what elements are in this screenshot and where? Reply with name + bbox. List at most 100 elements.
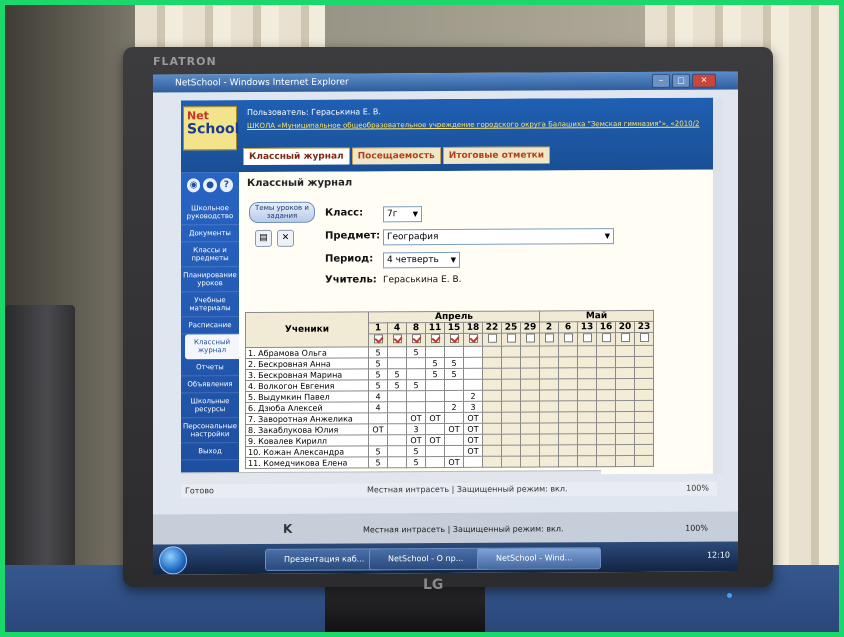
- grade-cell[interactable]: [387, 423, 407, 435]
- grade-cell[interactable]: [558, 345, 578, 357]
- sidebar-item-settings[interactable]: Персональные настройки: [181, 418, 239, 444]
- grade-cell[interactable]: [596, 422, 616, 434]
- grade-cell[interactable]: [425, 445, 445, 457]
- grade-cell[interactable]: [425, 401, 445, 413]
- grade-cell[interactable]: [558, 356, 578, 368]
- grade-cell[interactable]: [539, 433, 559, 446]
- grade-cell[interactable]: [520, 368, 540, 380]
- print-icon[interactable]: ▤: [255, 229, 272, 247]
- grade-cell[interactable]: [444, 390, 464, 402]
- grade-cell[interactable]: [577, 356, 597, 368]
- class-select[interactable]: 7г ▼: [383, 206, 422, 223]
- grade-cell[interactable]: [634, 411, 654, 423]
- grade-cell[interactable]: [596, 356, 616, 368]
- lesson-checkbox[interactable]: [544, 333, 554, 343]
- lesson-checkbox[interactable]: [487, 333, 497, 343]
- grade-cell[interactable]: [577, 422, 597, 434]
- grade-cell[interactable]: 5: [368, 368, 388, 380]
- grade-cell[interactable]: [463, 346, 483, 358]
- grade-cell[interactable]: 5: [406, 379, 426, 391]
- grade-cell[interactable]: [368, 412, 388, 424]
- grade-cell[interactable]: ОТ: [368, 423, 388, 435]
- grade-cell[interactable]: [482, 401, 502, 413]
- lesson-checkbox[interactable]: [411, 334, 421, 344]
- grade-cell[interactable]: [539, 444, 559, 457]
- grade-cell[interactable]: [558, 389, 578, 401]
- sidebar-item-announcements[interactable]: Объявления: [181, 376, 239, 394]
- grade-cell[interactable]: ОТ: [463, 434, 483, 446]
- grade-cell[interactable]: [425, 390, 445, 402]
- tab-final-grades[interactable]: Итоговые отметки: [442, 146, 551, 165]
- lesson-checkbox[interactable]: [639, 332, 649, 342]
- grade-cell[interactable]: [387, 412, 407, 424]
- grade-cell[interactable]: [501, 423, 521, 435]
- grade-cell[interactable]: [634, 378, 654, 390]
- sidebar-item-documents[interactable]: Документы: [181, 225, 239, 243]
- grade-cell[interactable]: [615, 378, 635, 390]
- grade-cell[interactable]: [463, 456, 483, 468]
- grade-cell[interactable]: [406, 368, 426, 380]
- grade-cell[interactable]: [615, 444, 635, 456]
- grade-cell[interactable]: [501, 390, 521, 402]
- grade-cell[interactable]: [596, 444, 616, 456]
- close-icon[interactable]: ✕: [692, 73, 716, 88]
- grade-cell[interactable]: [520, 445, 540, 457]
- grade-cell[interactable]: [558, 378, 578, 390]
- grade-cell[interactable]: [368, 434, 388, 446]
- grade-cell[interactable]: [634, 444, 654, 456]
- grade-cell[interactable]: ОТ: [444, 423, 464, 435]
- grade-cell[interactable]: [387, 445, 407, 457]
- grade-cell[interactable]: [520, 357, 540, 369]
- grade-cell[interactable]: [387, 434, 407, 446]
- grade-cell[interactable]: 2: [463, 390, 483, 402]
- grade-cell[interactable]: [615, 389, 635, 401]
- grade-cell[interactable]: [501, 401, 521, 413]
- grade-cell[interactable]: [387, 401, 407, 413]
- grade-cell[interactable]: [406, 401, 426, 413]
- grade-cell[interactable]: [501, 346, 521, 358]
- grade-cell[interactable]: [482, 423, 502, 435]
- grade-cell[interactable]: [539, 400, 559, 413]
- grade-cell[interactable]: ОТ: [425, 412, 445, 424]
- grade-cell[interactable]: 5: [368, 346, 388, 358]
- grade-cell[interactable]: [520, 434, 540, 446]
- grade-cell[interactable]: [539, 455, 559, 468]
- grade-cell[interactable]: [501, 445, 521, 457]
- grade-cell[interactable]: [482, 456, 502, 468]
- grade-cell[interactable]: 5: [444, 357, 464, 369]
- sidebar-item-journal[interactable]: Классный журнал: [185, 334, 239, 360]
- maximize-icon[interactable]: □: [672, 73, 690, 88]
- grade-cell[interactable]: [539, 422, 559, 435]
- grade-cell[interactable]: [596, 378, 616, 390]
- grade-cell[interactable]: [501, 368, 521, 380]
- sidebar-item-planning[interactable]: Планирование уроков: [181, 267, 239, 293]
- grade-cell[interactable]: ОТ: [463, 445, 483, 457]
- zoom-level-2[interactable]: 100%: [685, 524, 708, 533]
- grade-cell[interactable]: [444, 445, 464, 457]
- grade-cell[interactable]: [501, 357, 521, 369]
- start-button[interactable]: [159, 546, 187, 575]
- grade-cell[interactable]: [577, 433, 597, 445]
- task-presentation[interactable]: Презентация каб...: [265, 548, 381, 571]
- grade-cell[interactable]: [482, 368, 502, 380]
- sidebar-item-reports[interactable]: Отчеты: [181, 359, 239, 377]
- lesson-checkbox[interactable]: [392, 334, 402, 344]
- grade-cell[interactable]: [577, 411, 597, 423]
- grade-cell[interactable]: ОТ: [463, 412, 483, 424]
- grade-cell[interactable]: [634, 389, 654, 401]
- grade-cell[interactable]: 5: [406, 346, 426, 358]
- grade-cell[interactable]: [501, 412, 521, 424]
- grade-cell[interactable]: [501, 379, 521, 391]
- grade-cell[interactable]: [577, 345, 597, 357]
- grade-cell[interactable]: [539, 389, 559, 402]
- grade-cell[interactable]: [615, 411, 635, 423]
- grade-cell[interactable]: [615, 367, 635, 379]
- horizontal-scrollbar[interactable]: [181, 470, 601, 484]
- grade-cell[interactable]: [634, 422, 654, 434]
- excel-icon[interactable]: ✕: [277, 229, 294, 247]
- grade-cell[interactable]: [520, 456, 540, 468]
- lesson-checkbox[interactable]: [563, 333, 573, 343]
- lesson-checkbox[interactable]: [601, 333, 611, 343]
- users-icon[interactable]: ●: [203, 178, 217, 193]
- grade-cell[interactable]: ОТ: [425, 434, 445, 446]
